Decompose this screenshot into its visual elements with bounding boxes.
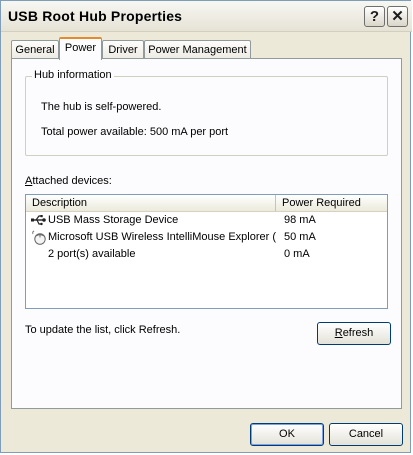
device-power: 50 mA: [284, 231, 316, 243]
attached-devices-list[interactable]: Description Power Required USB Mass Stor…: [25, 194, 388, 309]
update-hint: To update the list, click Refresh.: [25, 324, 181, 336]
hub-information-group: Hub information The hub is self-powered.…: [25, 69, 388, 156]
list-header: Description Power Required: [26, 195, 387, 212]
close-button[interactable]: ✕: [387, 6, 408, 27]
properties-dialog: USB Root Hub Properties ? ✕ General Powe…: [0, 0, 412, 453]
refresh-button[interactable]: Refresh: [317, 322, 391, 345]
device-power: 98 mA: [284, 214, 316, 226]
tab-power-management[interactable]: Power Management: [144, 40, 251, 59]
tab-general[interactable]: General: [11, 40, 59, 59]
column-power-required[interactable]: Power Required: [276, 195, 387, 211]
tab-driver[interactable]: Driver: [102, 40, 144, 59]
device-description: Microsoft USB Wireless IntelliMouse Expl…: [48, 231, 276, 243]
attached-devices-label: Attached devices:: [25, 175, 112, 187]
mouse-icon: [31, 230, 47, 245]
column-description[interactable]: Description: [26, 195, 276, 211]
cancel-button[interactable]: Cancel: [329, 423, 403, 446]
device-power: 0 mA: [284, 248, 310, 260]
hub-power-status: The hub is self-powered.: [41, 101, 162, 113]
title-bar: USB Root Hub Properties ? ✕: [1, 1, 412, 32]
list-item[interactable]: USB Mass Storage Device 98 mA: [26, 212, 387, 229]
device-description: 2 port(s) available: [48, 248, 136, 260]
total-power-available: Total power available: 500 mA per port: [41, 126, 229, 138]
window-title: USB Root Hub Properties: [8, 8, 183, 24]
ok-button[interactable]: OK: [250, 423, 324, 446]
hub-information-label: Hub information: [32, 69, 114, 81]
tab-power[interactable]: Power: [59, 37, 102, 60]
list-item[interactable]: 2 port(s) available 0 mA: [26, 246, 387, 263]
power-tab-panel: Hub information The hub is self-powered.…: [11, 58, 402, 409]
list-item[interactable]: Microsoft USB Wireless IntelliMouse Expl…: [26, 229, 387, 246]
help-button[interactable]: ?: [364, 6, 385, 27]
device-description: USB Mass Storage Device: [48, 214, 179, 226]
usb-storage-icon: [31, 213, 47, 228]
